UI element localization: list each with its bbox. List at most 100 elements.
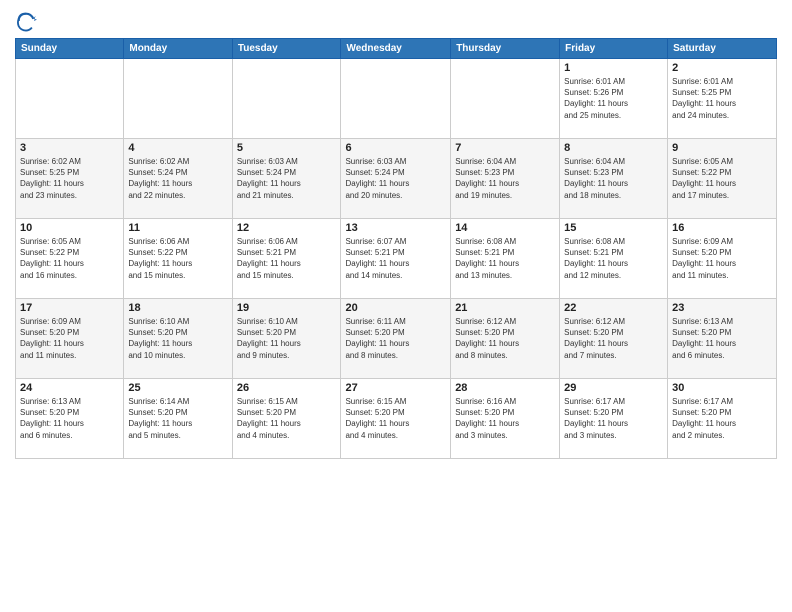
- calendar-week-5: 24 Sunrise: 6:13 AM Sunset: 5:20 PM Dayli…: [16, 379, 777, 459]
- calendar-cell: 6Sunrise: 6:03 AM Sunset: 5:24 PM Daylig…: [341, 139, 451, 219]
- calendar-cell: 28 Sunrise: 6:16 AM Sunset: 5:20 PM Dayli…: [451, 379, 560, 459]
- day-info: Sunrise: 6:02 AM Sunset: 5:24 PM Dayligh…: [128, 156, 227, 201]
- day-number: 5: [237, 142, 337, 154]
- day-info: Sunrise: 6:05 AM Sunset: 5:22 PM Dayligh…: [20, 236, 119, 281]
- calendar-cell: 18 Sunrise: 6:10 AM Sunset: 5:20 PM Dayli…: [124, 299, 232, 379]
- day-number: 22: [564, 302, 663, 314]
- calendar-table: SundayMondayTuesdayWednesdayThursdayFrid…: [15, 38, 777, 459]
- day-info: Sunrise: 6:08 AM Sunset: 5:21 PM Dayligh…: [564, 236, 663, 281]
- header-cell-thursday: Thursday: [451, 39, 560, 59]
- day-number: 8: [564, 142, 663, 154]
- calendar-cell: 24 Sunrise: 6:13 AM Sunset: 5:20 PM Dayli…: [16, 379, 124, 459]
- header: [15, 10, 777, 32]
- day-number: 6: [345, 142, 446, 154]
- header-cell-saturday: Saturday: [668, 39, 777, 59]
- day-number: 21: [455, 302, 555, 314]
- day-info: Sunrise: 6:07 AM Sunset: 5:21 PM Dayligh…: [345, 236, 446, 281]
- day-info: Sunrise: 6:05 AM Sunset: 5:22 PM Dayligh…: [672, 156, 772, 201]
- calendar-cell: 23Sunrise: 6:13 AM Sunset: 5:20 PM Dayli…: [668, 299, 777, 379]
- day-number: 29: [564, 382, 663, 394]
- day-info: Sunrise: 6:15 AM Sunset: 5:20 PM Dayligh…: [345, 396, 446, 441]
- calendar-cell: 12 Sunrise: 6:06 AM Sunset: 5:21 PM Dayli…: [232, 219, 341, 299]
- day-number: 19: [237, 302, 337, 314]
- day-info: Sunrise: 6:14 AM Sunset: 5:20 PM Dayligh…: [128, 396, 227, 441]
- day-number: 9: [672, 142, 772, 154]
- day-info: Sunrise: 6:02 AM Sunset: 5:25 PM Dayligh…: [20, 156, 119, 201]
- day-number: 10: [20, 222, 119, 234]
- day-number: 18: [128, 302, 227, 314]
- calendar-cell: 19 Sunrise: 6:10 AM Sunset: 5:20 PM Dayli…: [232, 299, 341, 379]
- day-info: Sunrise: 6:08 AM Sunset: 5:21 PM Dayligh…: [455, 236, 555, 281]
- day-info: Sunrise: 6:10 AM Sunset: 5:20 PM Dayligh…: [237, 316, 337, 361]
- day-info: Sunrise: 6:17 AM Sunset: 5:20 PM Dayligh…: [672, 396, 772, 441]
- day-number: 2: [672, 62, 772, 74]
- calendar-cell: 20 Sunrise: 6:11 AM Sunset: 5:20 PM Dayli…: [341, 299, 451, 379]
- day-info: Sunrise: 6:13 AM Sunset: 5:20 PM Dayligh…: [672, 316, 772, 361]
- calendar-cell: [16, 59, 124, 139]
- header-cell-wednesday: Wednesday: [341, 39, 451, 59]
- calendar-cell: [451, 59, 560, 139]
- day-info: Sunrise: 6:04 AM Sunset: 5:23 PM Dayligh…: [564, 156, 663, 201]
- calendar-cell: 3 Sunrise: 6:02 AM Sunset: 5:25 PM Daylig…: [16, 139, 124, 219]
- calendar-cell: 1 Sunrise: 6:01 AM Sunset: 5:26 PM Daylig…: [560, 59, 668, 139]
- day-info: Sunrise: 6:17 AM Sunset: 5:20 PM Dayligh…: [564, 396, 663, 441]
- calendar-cell: 30 Sunrise: 6:17 AM Sunset: 5:20 PM Dayli…: [668, 379, 777, 459]
- calendar-cell: 16Sunrise: 6:09 AM Sunset: 5:20 PM Dayli…: [668, 219, 777, 299]
- calendar-cell: 14 Sunrise: 6:08 AM Sunset: 5:21 PM Dayli…: [451, 219, 560, 299]
- day-number: 24: [20, 382, 119, 394]
- day-info: Sunrise: 6:12 AM Sunset: 5:20 PM Dayligh…: [455, 316, 555, 361]
- day-number: 4: [128, 142, 227, 154]
- calendar-cell: [341, 59, 451, 139]
- calendar-cell: 21 Sunrise: 6:12 AM Sunset: 5:20 PM Dayli…: [451, 299, 560, 379]
- calendar-cell: 7 Sunrise: 6:04 AM Sunset: 5:23 PM Daylig…: [451, 139, 560, 219]
- calendar-header: SundayMondayTuesdayWednesdayThursdayFrid…: [16, 39, 777, 59]
- day-number: 14: [455, 222, 555, 234]
- day-number: 7: [455, 142, 555, 154]
- header-cell-tuesday: Tuesday: [232, 39, 341, 59]
- day-info: Sunrise: 6:13 AM Sunset: 5:20 PM Dayligh…: [20, 396, 119, 441]
- day-info: Sunrise: 6:01 AM Sunset: 5:26 PM Dayligh…: [564, 76, 663, 121]
- calendar-cell: 26 Sunrise: 6:15 AM Sunset: 5:20 PM Dayli…: [232, 379, 341, 459]
- day-number: 1: [564, 62, 663, 74]
- day-info: Sunrise: 6:16 AM Sunset: 5:20 PM Dayligh…: [455, 396, 555, 441]
- day-info: Sunrise: 6:15 AM Sunset: 5:20 PM Dayligh…: [237, 396, 337, 441]
- calendar-week-1: 1 Sunrise: 6:01 AM Sunset: 5:26 PM Daylig…: [16, 59, 777, 139]
- day-info: Sunrise: 6:06 AM Sunset: 5:21 PM Dayligh…: [237, 236, 337, 281]
- calendar-cell: 29 Sunrise: 6:17 AM Sunset: 5:20 PM Dayli…: [560, 379, 668, 459]
- day-info: Sunrise: 6:11 AM Sunset: 5:20 PM Dayligh…: [345, 316, 446, 361]
- calendar-cell: 17Sunrise: 6:09 AM Sunset: 5:20 PM Dayli…: [16, 299, 124, 379]
- day-number: 30: [672, 382, 772, 394]
- calendar-cell: 13Sunrise: 6:07 AM Sunset: 5:21 PM Dayli…: [341, 219, 451, 299]
- calendar-cell: 9 Sunrise: 6:05 AM Sunset: 5:22 PM Daylig…: [668, 139, 777, 219]
- day-info: Sunrise: 6:01 AM Sunset: 5:25 PM Dayligh…: [672, 76, 772, 121]
- calendar-cell: 10 Sunrise: 6:05 AM Sunset: 5:22 PM Dayli…: [16, 219, 124, 299]
- calendar-cell: [232, 59, 341, 139]
- calendar-cell: 15 Sunrise: 6:08 AM Sunset: 5:21 PM Dayli…: [560, 219, 668, 299]
- day-info: Sunrise: 6:09 AM Sunset: 5:20 PM Dayligh…: [672, 236, 772, 281]
- calendar-cell: 2 Sunrise: 6:01 AM Sunset: 5:25 PM Daylig…: [668, 59, 777, 139]
- calendar-cell: 25 Sunrise: 6:14 AM Sunset: 5:20 PM Dayli…: [124, 379, 232, 459]
- calendar-cell: 4 Sunrise: 6:02 AM Sunset: 5:24 PM Daylig…: [124, 139, 232, 219]
- day-number: 20: [345, 302, 446, 314]
- header-cell-sunday: Sunday: [16, 39, 124, 59]
- header-cell-friday: Friday: [560, 39, 668, 59]
- day-number: 27: [345, 382, 446, 394]
- day-number: 25: [128, 382, 227, 394]
- calendar-week-4: 17Sunrise: 6:09 AM Sunset: 5:20 PM Dayli…: [16, 299, 777, 379]
- calendar-cell: 8 Sunrise: 6:04 AM Sunset: 5:23 PM Daylig…: [560, 139, 668, 219]
- day-number: 3: [20, 142, 119, 154]
- calendar-week-3: 10 Sunrise: 6:05 AM Sunset: 5:22 PM Dayli…: [16, 219, 777, 299]
- page: SundayMondayTuesdayWednesdayThursdayFrid…: [0, 0, 792, 612]
- day-number: 12: [237, 222, 337, 234]
- logo-icon: [15, 10, 37, 32]
- day-info: Sunrise: 6:04 AM Sunset: 5:23 PM Dayligh…: [455, 156, 555, 201]
- calendar-cell: 5Sunrise: 6:03 AM Sunset: 5:24 PM Daylig…: [232, 139, 341, 219]
- day-number: 28: [455, 382, 555, 394]
- day-number: 15: [564, 222, 663, 234]
- calendar-cell: [124, 59, 232, 139]
- day-number: 17: [20, 302, 119, 314]
- logo: [15, 10, 41, 32]
- day-number: 26: [237, 382, 337, 394]
- calendar-cell: 22Sunrise: 6:12 AM Sunset: 5:20 PM Dayli…: [560, 299, 668, 379]
- day-info: Sunrise: 6:10 AM Sunset: 5:20 PM Dayligh…: [128, 316, 227, 361]
